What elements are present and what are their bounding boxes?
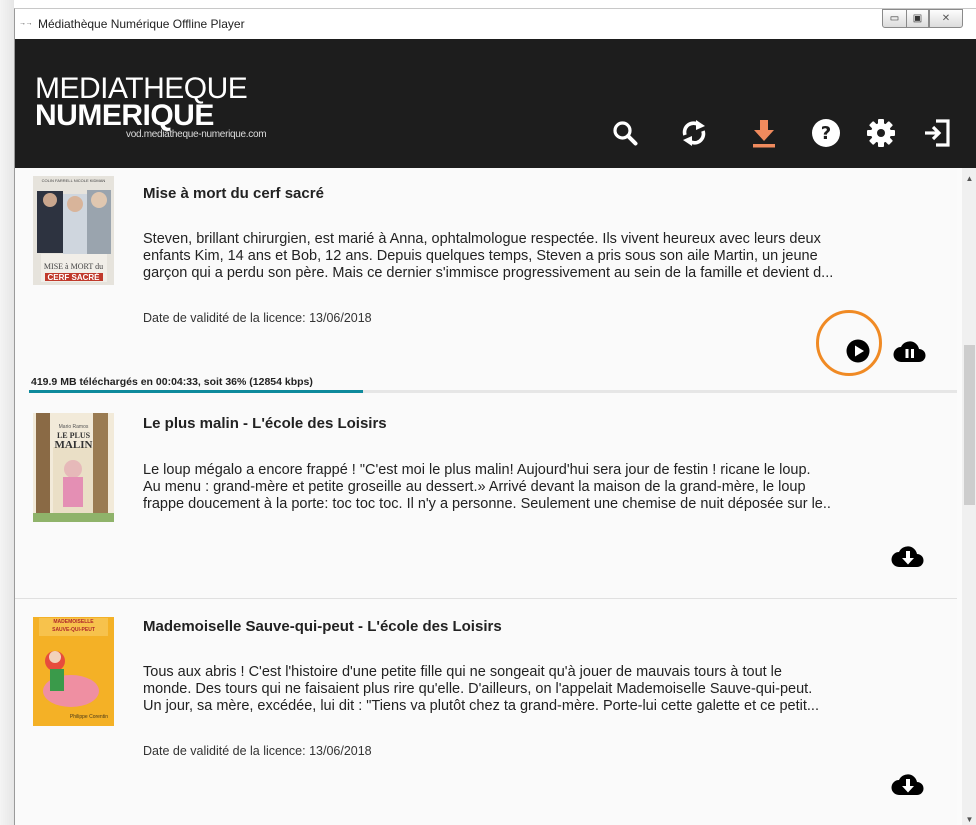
description-line: Un jour, sa mère, excédée, lui dit : "Ti…	[143, 698, 819, 714]
logout-icon[interactable]	[921, 117, 953, 149]
app-header: MEDIATHEQUE NUMERIQUE vod.mediatheque-nu…	[15, 39, 976, 168]
media-list: COLIN FARRELL NICOLE KIDMAN MISE à MORT …	[15, 168, 957, 825]
logo[interactable]: MEDIATHEQUE NUMERIQUE vod.mediatheque-nu…	[35, 74, 267, 141]
poster-subtitle-text: MALIN	[54, 439, 93, 451]
list-item[interactable]: COLIN FARRELL NICOLE KIDMAN MISE à MORT …	[15, 168, 957, 393]
app-icon: →→	[19, 20, 33, 27]
download-progress-bar	[29, 390, 957, 393]
description-line: Steven, brillant chirurgien, est marié à…	[143, 231, 821, 247]
search-icon[interactable]	[609, 117, 641, 149]
scroll-down-arrow[interactable]: ▼	[962, 815, 976, 824]
close-button[interactable]: ✕	[929, 9, 963, 28]
description-line: Tous aux abris ! C'est l'histoire d'une …	[143, 664, 782, 680]
download-progress-text: 419.9 MB téléchargés en 00:04:33, soit 3…	[31, 376, 313, 388]
title-bar: →→ Médiathèque Numérique Offline Player …	[15, 9, 976, 39]
app-window: →→ Médiathèque Numérique Offline Player …	[14, 8, 976, 825]
description-line: frappe doucement à la porte: toc toc toc…	[143, 496, 831, 512]
item-description: Le loup mégalo a encore frappé ! "C'est …	[143, 462, 953, 513]
download-progress-fill	[29, 390, 364, 393]
license-date: Date de validité de la licence: 13/06/20…	[143, 744, 372, 758]
license-date: Date de validité de la licence: 13/06/20…	[143, 311, 372, 325]
help-icon[interactable]: ?	[810, 117, 842, 149]
poster-title-text: MISE à MORT du	[43, 262, 104, 271]
description-line: Au menu : grand-mère et petite groseille…	[143, 479, 806, 495]
description-line: monde. Des tours qui ne faisaient plus r…	[143, 681, 813, 697]
maximize-button[interactable]: ▣	[906, 9, 929, 28]
item-description: Tous aux abris ! C'est l'histoire d'une …	[143, 664, 953, 715]
list-item[interactable]: MADEMOISELLE SAUVE-QUI-PEUT Philippe Cor…	[15, 601, 957, 825]
item-title[interactable]: Mademoiselle Sauve-qui-peut - L'école de…	[143, 618, 502, 635]
poster-top-text: COLIN FARRELL NICOLE KIDMAN	[41, 179, 106, 183]
logo-url: vod.mediatheque-numerique.com	[126, 129, 267, 140]
scroll-up-arrow[interactable]: ▲	[962, 174, 976, 183]
desktop-edge	[0, 0, 14, 825]
item-title[interactable]: Mise à mort du cerf sacré	[143, 185, 324, 202]
description-line: Le loup mégalo a encore frappé ! "C'est …	[143, 462, 811, 478]
minimize-button[interactable]: ▭	[882, 9, 907, 28]
description-line: garçon qui a perdu son père. Mais ce der…	[143, 265, 834, 281]
window-title: Médiathèque Numérique Offline Player	[38, 17, 245, 31]
poster-subtitle-text: CERF SACRÉ	[47, 273, 100, 282]
vertical-scrollbar[interactable]: ▲ ▼	[962, 168, 976, 825]
item-description: Steven, brillant chirurgien, est marié à…	[143, 231, 953, 282]
poster-image[interactable]: COLIN FARRELL NICOLE KIDMAN MISE à MORT …	[33, 176, 114, 285]
item-title[interactable]: Le plus malin - L'école des Loisirs	[143, 415, 387, 432]
description-line: enfants Kim, 14 ans et Bob, 12 ans. Depu…	[143, 248, 818, 264]
poster-top-text: Mario Ramos	[58, 424, 89, 430]
list-item[interactable]: Mario Ramos LE PLUS MALIN Le plus malin …	[15, 396, 957, 601]
download-icon[interactable]	[748, 117, 780, 149]
logo-line-2: NUMERIQUE	[35, 99, 214, 132]
poster-author-text: Philippe Corentin	[69, 714, 108, 720]
cloud-download-icon[interactable]	[891, 771, 924, 797]
cloud-download-icon[interactable]	[891, 543, 924, 569]
highlight-circle	[816, 310, 882, 376]
poster-image[interactable]: Mario Ramos LE PLUS MALIN	[33, 413, 114, 522]
poster-top-text: MADEMOISELLE	[53, 619, 94, 625]
scrollbar-thumb[interactable]	[964, 345, 975, 505]
pause-download-icon[interactable]	[893, 338, 926, 364]
poster-title-text: SAUVE-QUI-PEUT	[52, 627, 95, 633]
sync-icon[interactable]	[678, 117, 710, 149]
poster-image[interactable]: MADEMOISELLE SAUVE-QUI-PEUT Philippe Cor…	[33, 617, 114, 726]
svg-text:?: ?	[821, 123, 831, 144]
item-separator	[15, 598, 957, 599]
settings-icon[interactable]	[865, 117, 897, 149]
